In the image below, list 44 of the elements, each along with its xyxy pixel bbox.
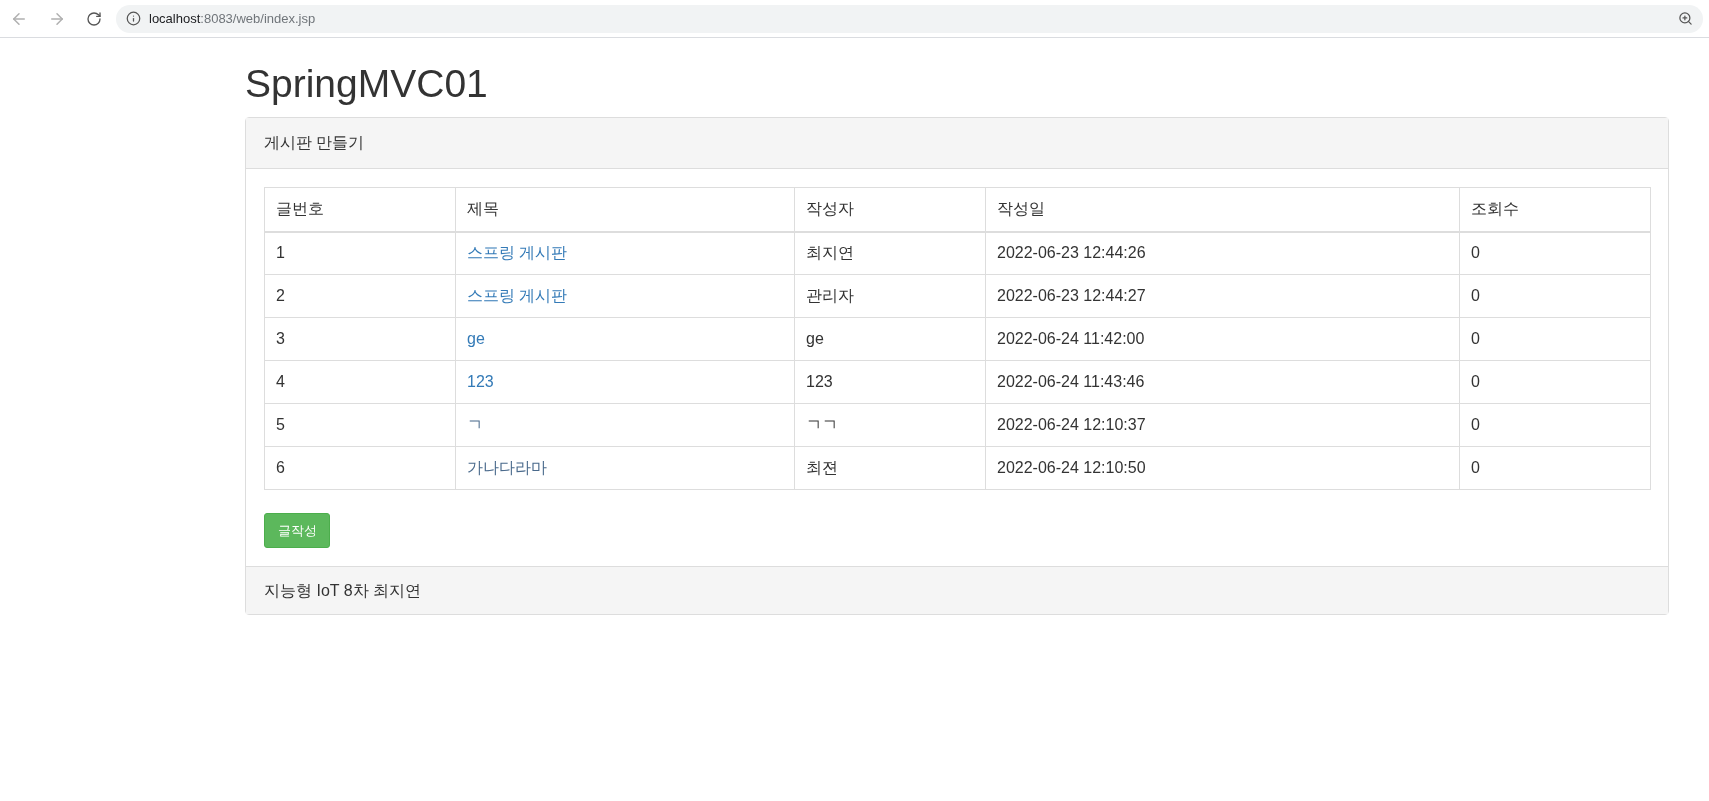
table-cell: 2022-06-24 12:10:37	[985, 403, 1460, 447]
column-header: 글번호	[264, 187, 456, 232]
table-cell: 0	[1459, 274, 1651, 318]
table-cell: 최젼	[794, 446, 986, 490]
table-cell: 5	[264, 403, 456, 447]
column-header: 작성자	[794, 187, 986, 232]
table-cell: 2022-06-24 12:10:50	[985, 446, 1460, 490]
table-cell: 1	[264, 231, 456, 275]
table-cell: 2	[264, 274, 456, 318]
table-cell: ge	[794, 317, 986, 361]
table-cell: 2022-06-23 12:44:27	[985, 274, 1460, 318]
table-cell: 6	[264, 446, 456, 490]
table-cell: 관리자	[794, 274, 986, 318]
title-link[interactable]: 스프링 게시판	[467, 244, 568, 262]
column-header: 조회수	[1459, 187, 1651, 232]
table-cell: 0	[1459, 317, 1651, 361]
table-cell: ㄱㄱ	[794, 403, 986, 447]
zoom-icon[interactable]	[1678, 11, 1693, 26]
table-cell: 2022-06-24 11:42:00	[985, 317, 1460, 361]
title-link[interactable]: 123	[467, 373, 494, 390]
panel-footer: 지능형 IoT 8차 최지연	[246, 566, 1668, 614]
table-cell: 0	[1459, 403, 1651, 447]
table-cell: 0	[1459, 231, 1651, 275]
table-cell: 2022-06-24 11:43:46	[985, 360, 1460, 404]
info-icon	[126, 11, 141, 26]
table-cell: 123	[794, 360, 986, 404]
address-bar[interactable]: localhost:8083/web/index.jsp	[116, 4, 1703, 33]
column-header: 제목	[455, 187, 795, 232]
title-link[interactable]: ge	[467, 330, 485, 347]
table-cell: 최지연	[794, 231, 986, 275]
table-cell: 3	[264, 317, 456, 361]
panel-heading: 게시판 만들기	[246, 118, 1668, 169]
column-header: 작성일	[985, 187, 1460, 232]
reload-icon[interactable]	[86, 10, 102, 27]
write-button[interactable]: 글작성	[264, 513, 330, 548]
title-link[interactable]: 스프링 게시판	[467, 287, 568, 304]
url-text: localhost:8083/web/index.jsp	[149, 9, 316, 28]
title-link[interactable]: ㄱ	[467, 416, 483, 433]
table-cell: 4	[264, 360, 456, 404]
table-cell: 0	[1459, 360, 1651, 404]
page-title: SpringMVC01	[245, 64, 489, 103]
table-cell: 0	[1459, 446, 1651, 490]
table-cell: 2022-06-23 12:44:26	[985, 231, 1460, 275]
title-link[interactable]: 가나다라마	[467, 459, 547, 476]
